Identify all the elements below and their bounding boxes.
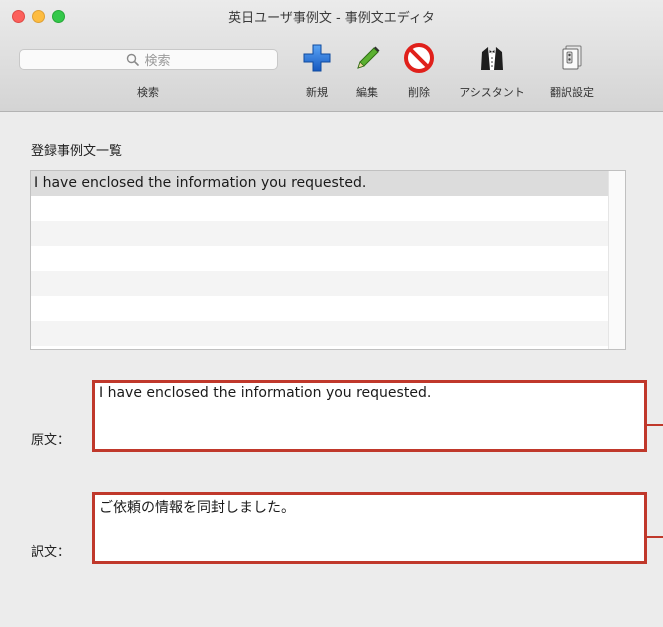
list-item-empty [31, 221, 625, 246]
search-field[interactable]: 検索 [19, 49, 278, 70]
source-callout-line [647, 424, 663, 426]
delete-label: 削除 [408, 86, 430, 99]
assistant-button[interactable]: アシスタント [449, 40, 535, 104]
window-title: 英日ユーザ事例文 - 事例文エディタ [228, 11, 435, 26]
list-scrollbar-track[interactable] [608, 171, 625, 349]
list-item-empty [31, 271, 625, 296]
search-caption: 検索 [137, 86, 159, 99]
search-icon [127, 53, 140, 66]
prohibit-icon [404, 43, 434, 73]
edit-button[interactable]: 編集 [347, 40, 387, 104]
search-placeholder: 検索 [144, 54, 171, 69]
list-item-empty [31, 246, 625, 271]
new-label: 新規 [306, 86, 328, 99]
translation-label: 訳文： [31, 545, 71, 560]
source-text-field[interactable]: I have enclosed the information you requ… [92, 380, 647, 452]
assistant-label: アシスタント [459, 86, 525, 99]
edit-label: 編集 [356, 86, 378, 99]
title-toolbar: 英日ユーザ事例文 - 事例文エディタ 検索 検索 新規 編集 削除 アシスタント… [0, 0, 663, 112]
translation-settings-button[interactable]: 翻訳設定 [542, 40, 602, 104]
translation-callout-line [647, 536, 663, 538]
list-heading: 登録事例文一覧 [31, 144, 123, 159]
source-label: 原文： [31, 433, 71, 448]
translation-text-field[interactable]: ご依頼の情報を同封しました。 [92, 492, 647, 564]
new-button[interactable]: 新規 [295, 40, 339, 104]
delete-button[interactable]: 削除 [397, 40, 441, 104]
example-sentence-list[interactable]: I have enclosed the information you requ… [30, 170, 626, 350]
pencil-icon [357, 46, 380, 69]
list-item-empty [31, 321, 625, 346]
list-item-empty [31, 296, 625, 321]
editor-window: 英日ユーザ事例文 - 事例文エディタ 検索 検索 新規 編集 削除 アシスタント… [0, 0, 663, 627]
settings-doc-icon [562, 45, 582, 70]
list-item-empty [31, 196, 625, 221]
translation-settings-label: 翻訳設定 [550, 86, 594, 99]
list-item[interactable]: I have enclosed the information you requ… [31, 171, 625, 196]
tuxedo-icon [481, 47, 503, 70]
plus-icon [303, 44, 331, 72]
